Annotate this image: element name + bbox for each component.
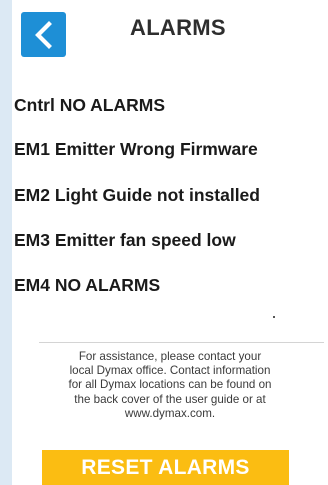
help-line: for all Dymax locations can be found on xyxy=(68,378,272,392)
help-text: For assistance, please contact your loca… xyxy=(20,350,320,421)
alarm-em3: EM3 Emitter fan speed low xyxy=(14,230,236,250)
reset-alarms-button[interactable]: RESET ALARMS xyxy=(42,450,289,485)
alarm-em4: EM4 NO ALARMS xyxy=(14,275,161,295)
help-line: the back cover of the user guide or at xyxy=(74,392,266,406)
alarm-em1: EM1 Emitter Wrong Firmware xyxy=(14,139,258,159)
alarm-em2: EM2 Light Guide not installed xyxy=(14,185,260,205)
help-line: For assistance, please contact your xyxy=(78,350,262,363)
back-button[interactable] xyxy=(21,12,66,57)
help-line: local Dymax office. Contact information xyxy=(69,364,271,378)
header: ALARMS xyxy=(12,0,328,62)
chevron-left-icon xyxy=(34,20,52,49)
stray-dot xyxy=(273,316,275,318)
divider xyxy=(39,342,324,343)
alarm-cntrl: Cntrl NO ALARMS xyxy=(14,95,166,115)
help-line: www.dymax.com. xyxy=(124,406,216,420)
page-title: ALARMS xyxy=(130,15,226,40)
